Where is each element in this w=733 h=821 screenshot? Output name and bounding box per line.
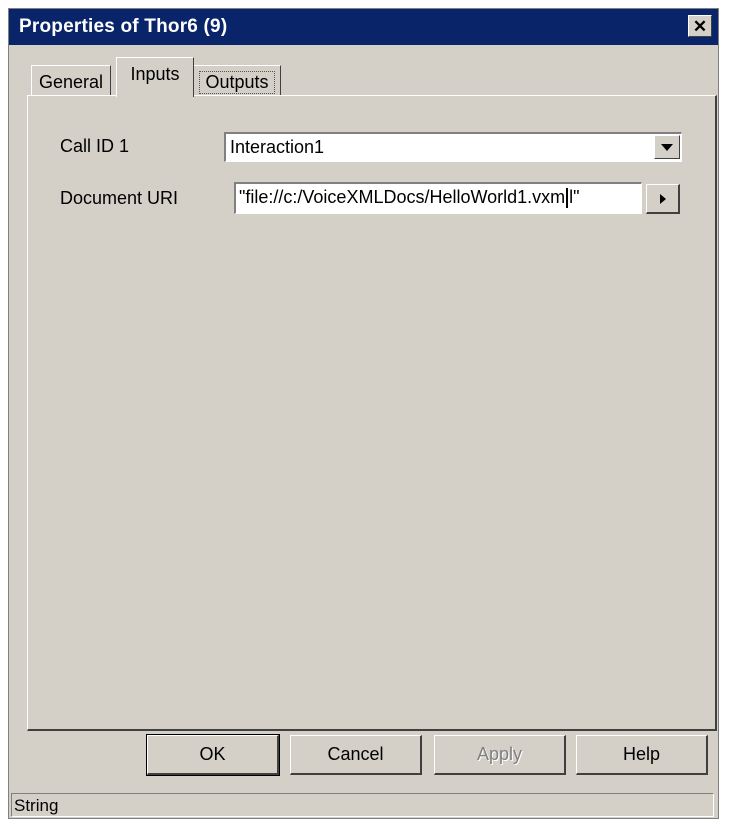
tab-general[interactable]: General — [31, 65, 111, 95]
call-id-label: Call ID 1 — [60, 136, 130, 156]
tab-outputs-label: Outputs — [199, 71, 275, 94]
ok-button[interactable]: OK — [146, 734, 280, 776]
text-caret — [566, 188, 569, 209]
status-bar: String — [11, 793, 714, 817]
tab-inputs[interactable]: Inputs — [116, 57, 194, 97]
document-uri-expression-button[interactable] — [646, 184, 680, 214]
apply-button[interactable]: Apply — [434, 735, 566, 775]
document-uri-label: Document URI — [60, 188, 179, 208]
document-uri-input[interactable]: "file://c:/VoiceXMLDocs/HelloWorld1.vxm l… — [234, 182, 642, 214]
help-button-label: Help — [622, 744, 661, 764]
properties-dialog: Properties of Thor6 (9) ✕ General Inputs… — [8, 8, 719, 819]
tab-inputs-label: Inputs — [130, 64, 180, 84]
title-bar[interactable]: Properties of Thor6 (9) ✕ — [9, 9, 718, 45]
triangle-right-icon — [659, 193, 666, 204]
cancel-button[interactable]: Cancel — [290, 735, 422, 775]
apply-button-label: Apply — [476, 744, 523, 764]
close-icon: ✕ — [692, 16, 708, 36]
document-uri-text-before-caret: "file://c:/VoiceXMLDocs/HelloWorld1.vxm — [239, 187, 566, 207]
help-button[interactable]: Help — [576, 735, 708, 775]
dialog-title: Properties of Thor6 (9) — [19, 16, 228, 37]
chevron-down-icon — [661, 143, 673, 151]
ok-button-label: OK — [199, 744, 226, 764]
document-uri-text-after-caret: l" — [569, 187, 580, 207]
inputs-tab-panel: Call ID 1 Interaction1 Document URI "fil… — [27, 95, 717, 731]
call-id-combobox[interactable]: Interaction1 — [224, 132, 682, 162]
call-id-value: Interaction1 — [230, 137, 325, 157]
tab-outputs[interactable]: Outputs — [193, 65, 281, 95]
tab-general-label: General — [38, 72, 104, 92]
status-text: String — [14, 796, 59, 815]
cancel-button-label: Cancel — [327, 744, 384, 764]
close-button[interactable]: ✕ — [688, 15, 712, 37]
call-id-dropdown-button[interactable] — [654, 135, 680, 159]
